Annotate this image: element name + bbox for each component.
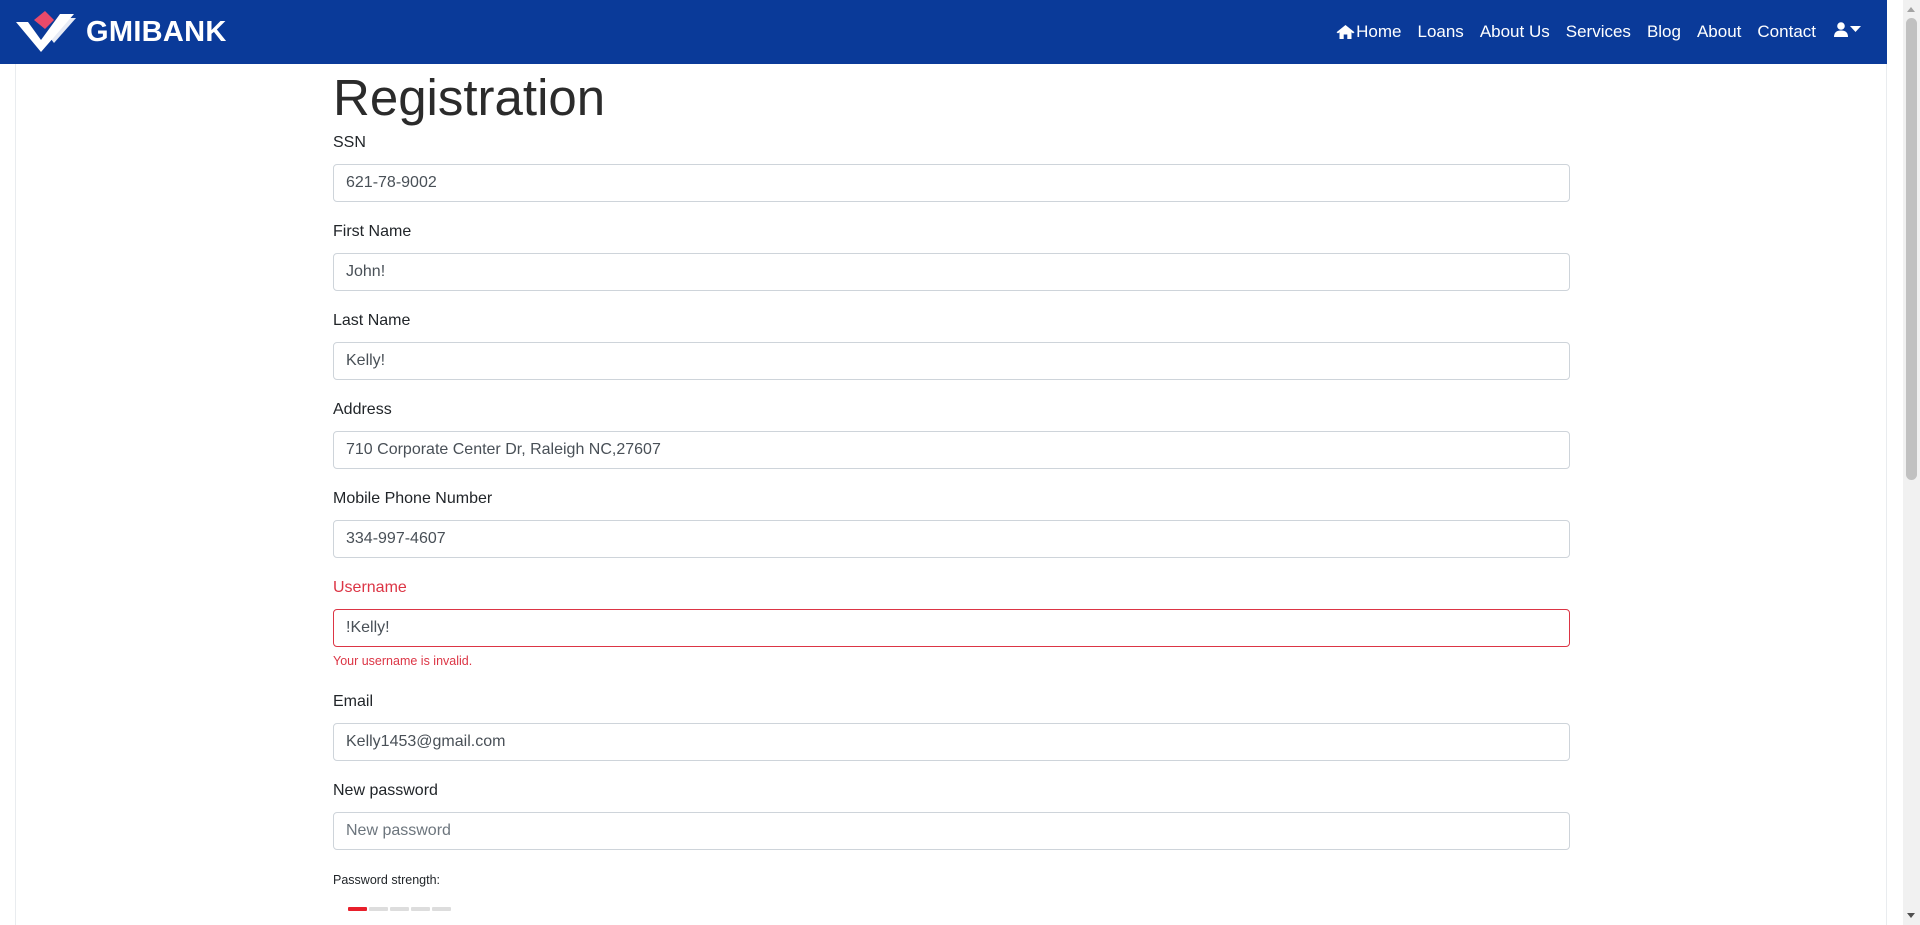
username-input[interactable] [333, 609, 1570, 647]
nav-loans[interactable]: Loans [1409, 22, 1471, 42]
password-strength-segment [369, 907, 388, 911]
password-strength-segment [348, 907, 367, 911]
vertical-scrollbar[interactable] [1903, 0, 1920, 925]
last-name-label: Last Name [333, 312, 411, 329]
gmibank-logo-icon [16, 11, 76, 52]
user-icon [1834, 21, 1848, 37]
password-strength-bar [348, 907, 451, 911]
scroll-down-arrow-icon[interactable] [1907, 913, 1915, 918]
brand-name: GMIBANK [86, 15, 227, 48]
nav-blog[interactable]: Blog [1639, 22, 1689, 42]
nav-home[interactable]: Home [1328, 22, 1409, 42]
email-group: Email [333, 692, 1570, 761]
password-strength-label: Password strength: [333, 873, 440, 887]
password-strength-segment [432, 907, 451, 911]
password-strength-segment [411, 907, 430, 911]
mobile-phone-label: Mobile Phone Number [333, 490, 493, 507]
first-name-label: First Name [333, 223, 412, 240]
scroll-thumb[interactable] [1906, 18, 1917, 480]
new-password-label: New password [333, 782, 438, 799]
nav-services[interactable]: Services [1558, 22, 1639, 42]
nav-about-us[interactable]: About Us [1472, 22, 1558, 42]
username-group: Username Your username is invalid. [333, 578, 1570, 668]
home-icon [1336, 25, 1355, 39]
page-title: Registration [333, 69, 606, 126]
nav-home-label: Home [1356, 22, 1402, 41]
scroll-up-arrow-icon[interactable] [1907, 7, 1915, 12]
account-menu[interactable] [1824, 21, 1867, 37]
first-name-group: First Name [333, 222, 1570, 291]
mobile-phone-group: Mobile Phone Number [333, 489, 1570, 558]
caret-down-icon [1850, 26, 1861, 32]
address-input[interactable] [333, 431, 1570, 469]
email-input[interactable] [333, 723, 1570, 761]
email-label: Email [333, 693, 374, 710]
navbar: GMIBANK Home Loans About Us Services Blo… [0, 0, 1887, 64]
nav-contact[interactable]: Contact [1749, 22, 1824, 42]
main-nav: Home Loans About Us Services Blog About … [1328, 0, 1867, 64]
new-password-input[interactable] [333, 812, 1570, 850]
username-label: Username [333, 579, 407, 596]
first-name-input[interactable] [333, 253, 1570, 291]
ssn-label: SSN [333, 134, 366, 151]
last-name-input[interactable] [333, 342, 1570, 380]
mobile-phone-input[interactable] [333, 520, 1570, 558]
ssn-input[interactable] [333, 164, 1570, 202]
last-name-group: Last Name [333, 311, 1570, 380]
username-error: Your username is invalid. [333, 654, 473, 668]
ssn-group: SSN [333, 133, 1570, 202]
password-strength-segment [390, 907, 409, 911]
address-label: Address [333, 401, 392, 418]
nav-about[interactable]: About [1689, 22, 1749, 42]
new-password-group: New password [333, 781, 1570, 850]
registration-form: Registration SSN First Name Last Name Ad… [333, 64, 1570, 911]
address-group: Address [333, 400, 1570, 469]
brand[interactable]: GMIBANK [14, 0, 227, 64]
